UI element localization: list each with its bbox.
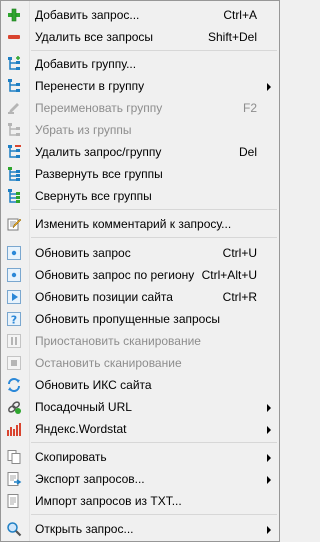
menu-item-move-to-group[interactable]: Перенести в группу bbox=[1, 75, 279, 97]
menu-item-export-queries[interactable]: Экспорт запросов... bbox=[1, 468, 279, 490]
sync-icon bbox=[8, 378, 20, 392]
menu-item-expand-all-groups[interactable]: Развернуть все группы bbox=[1, 163, 279, 185]
menu-item-shortcut: Ctrl+Alt+U bbox=[201, 268, 257, 282]
collapse-icon bbox=[8, 189, 20, 203]
menu-item-refresh-by-region[interactable]: Обновить запрос по региону Ctrl+Alt+U bbox=[1, 264, 279, 286]
refresh-region-icon bbox=[7, 268, 21, 282]
menu-item-yandex-wordstat[interactable]: Яндекс.Wordstat bbox=[1, 418, 279, 440]
menu-item-label: Переименовать группу bbox=[35, 101, 163, 115]
menu-item-delete-all-queries[interactable]: Удалить все запросы Shift+Del bbox=[1, 26, 279, 48]
menu-item-label: Приостановить сканирование bbox=[35, 334, 201, 348]
context-menu: Добавить запрос... Ctrl+A Удалить все за… bbox=[0, 0, 280, 542]
menu-item-rename-group[interactable]: Переименовать группу F2 bbox=[1, 97, 279, 119]
wordstat-icon bbox=[7, 423, 21, 436]
menu-item-label: Остановить сканирование bbox=[35, 356, 182, 370]
menu-item-shortcut: Ctrl+R bbox=[222, 290, 257, 304]
ungroup-icon bbox=[8, 123, 20, 136]
menu-item-label: Обновить запрос по региону bbox=[35, 268, 195, 282]
menu-item-label: Изменить комментарий к запросу... bbox=[35, 217, 232, 231]
menu-separator bbox=[31, 442, 277, 443]
menu-item-refresh-iks[interactable]: Обновить ИКС сайта bbox=[1, 374, 279, 396]
menu-item-refresh-site-positions[interactable]: Обновить позиции сайта Ctrl+R bbox=[1, 286, 279, 308]
menu-item-label: Обновить позиции сайта bbox=[35, 290, 173, 304]
menu-item-label: Удалить все запросы bbox=[35, 30, 154, 44]
menu-item-label: Добавить запрос... bbox=[35, 8, 140, 22]
submenu-arrow-icon bbox=[267, 404, 271, 412]
menu-item-label: Посадочный URL bbox=[35, 400, 132, 414]
edit-comment-icon bbox=[7, 218, 22, 231]
export-icon bbox=[7, 472, 22, 486]
menu-item-shortcut: Del bbox=[238, 145, 257, 159]
menu-item-label: Обновить пропущенные запросы bbox=[35, 312, 220, 326]
menu-item-shortcut: Shift+Del bbox=[207, 30, 257, 44]
menu-item-stop-scan[interactable]: Остановить сканирование bbox=[1, 352, 279, 374]
menu-item-label: Скопировать bbox=[35, 450, 107, 464]
menu-item-delete-query-group[interactable]: Удалить запрос/группу Del bbox=[1, 141, 279, 163]
delete-group-icon bbox=[8, 145, 21, 158]
question-icon: ? bbox=[7, 312, 21, 327]
menu-item-label: Обновить запрос bbox=[35, 246, 131, 260]
menu-item-import-txt[interactable]: Импорт запросов из TXT... bbox=[1, 490, 279, 512]
import-icon bbox=[7, 494, 19, 508]
url-icon bbox=[8, 401, 21, 414]
move-group-icon bbox=[8, 79, 20, 92]
stop-icon bbox=[7, 356, 21, 370]
menu-item-label: Открыть запрос... bbox=[35, 522, 134, 536]
menu-separator bbox=[31, 209, 277, 210]
menu-item-pause-scan[interactable]: Приостановить сканирование bbox=[1, 330, 279, 352]
menu-item-shortcut: F2 bbox=[242, 101, 257, 115]
menu-item-add-query[interactable]: Добавить запрос... Ctrl+A bbox=[1, 4, 279, 26]
submenu-arrow-icon bbox=[267, 426, 271, 434]
menu-item-landing-url[interactable]: Посадочный URL bbox=[1, 396, 279, 418]
minus-icon bbox=[8, 35, 20, 39]
copy-icon bbox=[7, 450, 21, 464]
pause-icon bbox=[7, 334, 21, 348]
menu-separator bbox=[31, 50, 277, 51]
menu-item-add-group[interactable]: Добавить группу... bbox=[1, 53, 279, 75]
menu-separator bbox=[31, 514, 277, 515]
plus-icon bbox=[8, 8, 20, 22]
menu-item-refresh-query[interactable]: Обновить запрос Ctrl+U bbox=[1, 242, 279, 264]
menu-item-open-query[interactable]: Открыть запрос... bbox=[1, 518, 279, 540]
menu-item-label: Перенести в группу bbox=[35, 79, 145, 93]
menu-separator bbox=[31, 237, 277, 238]
menu-item-remove-from-group[interactable]: Убрать из группы bbox=[1, 119, 279, 141]
menu-item-label: Убрать из группы bbox=[35, 123, 132, 137]
menu-item-shortcut: Ctrl+A bbox=[223, 8, 257, 22]
search-icon bbox=[7, 522, 22, 537]
submenu-arrow-icon bbox=[267, 476, 271, 484]
svg-text:?: ? bbox=[11, 314, 17, 327]
menu-item-label: Обновить ИКС сайта bbox=[35, 378, 152, 392]
play-icon bbox=[7, 290, 21, 304]
submenu-arrow-icon bbox=[267, 83, 271, 91]
submenu-arrow-icon bbox=[267, 526, 271, 534]
menu-item-label: Удалить запрос/группу bbox=[35, 145, 162, 159]
menu-item-label: Добавить группу... bbox=[35, 57, 137, 71]
menu-item-refresh-missed[interactable]: ? Обновить пропущенные запросы bbox=[1, 308, 279, 330]
menu-item-copy[interactable]: Скопировать bbox=[1, 446, 279, 468]
rename-icon bbox=[8, 103, 19, 114]
menu-item-label: Яндекс.Wordstat bbox=[35, 422, 127, 436]
menu-item-edit-comment[interactable]: Изменить комментарий к запросу... bbox=[1, 213, 279, 235]
menu-item-label: Развернуть все группы bbox=[35, 167, 163, 181]
refresh-query-icon bbox=[7, 246, 21, 260]
menu-item-label: Свернуть все группы bbox=[35, 189, 152, 203]
submenu-arrow-icon bbox=[267, 454, 271, 462]
menu-item-label: Экспорт запросов... bbox=[35, 472, 145, 486]
menu-item-label: Импорт запросов из TXT... bbox=[35, 494, 182, 508]
add-group-icon bbox=[8, 56, 20, 70]
menu-item-collapse-all-groups[interactable]: Свернуть все группы bbox=[1, 185, 279, 207]
menu-item-shortcut: Ctrl+U bbox=[222, 246, 257, 260]
expand-icon bbox=[8, 167, 20, 181]
